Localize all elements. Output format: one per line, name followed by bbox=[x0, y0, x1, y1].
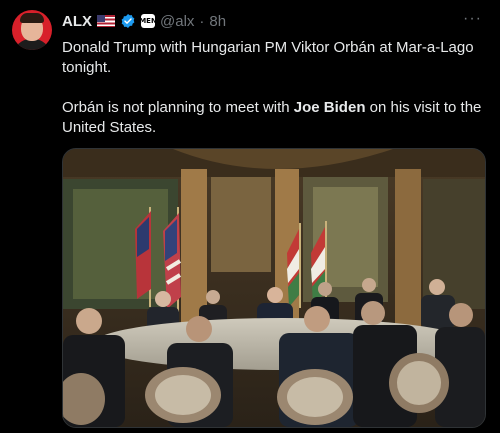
avatar-hair bbox=[20, 13, 44, 23]
separator-dot: · bbox=[199, 12, 205, 30]
tweet-text-paragraph-2: Orbán is not planning to meet with Joe B… bbox=[62, 98, 487, 138]
affiliate-badge-icon[interactable]: MEN bbox=[139, 14, 157, 28]
verified-badge-icon[interactable] bbox=[120, 13, 136, 29]
us-flag-icon bbox=[97, 15, 115, 27]
author-handle[interactable]: @alx bbox=[160, 13, 194, 30]
tweet-text-paragraph-1: Donald Trump with Hungarian PM Viktor Or… bbox=[62, 39, 474, 76]
tweet-text: Donald Trump with Hungarian PM Viktor Or… bbox=[62, 38, 487, 138]
more-options-icon[interactable]: ··· bbox=[463, 11, 482, 27]
tweet-header: ALX MEN @alx · 8h bbox=[62, 10, 226, 32]
tweet-timestamp[interactable]: 8h bbox=[209, 13, 226, 30]
tweet-text-segment: Orbán is not planning to meet with bbox=[62, 99, 294, 116]
photo-illustration bbox=[63, 149, 485, 427]
author-name[interactable]: ALX bbox=[62, 13, 92, 30]
tweet: ALX MEN @alx · 8h ··· Donald Trump with … bbox=[0, 0, 500, 433]
mention-joe-biden: Joe Biden bbox=[293, 99, 366, 116]
tweet-photo[interactable] bbox=[62, 148, 486, 428]
author-avatar[interactable] bbox=[12, 10, 52, 50]
